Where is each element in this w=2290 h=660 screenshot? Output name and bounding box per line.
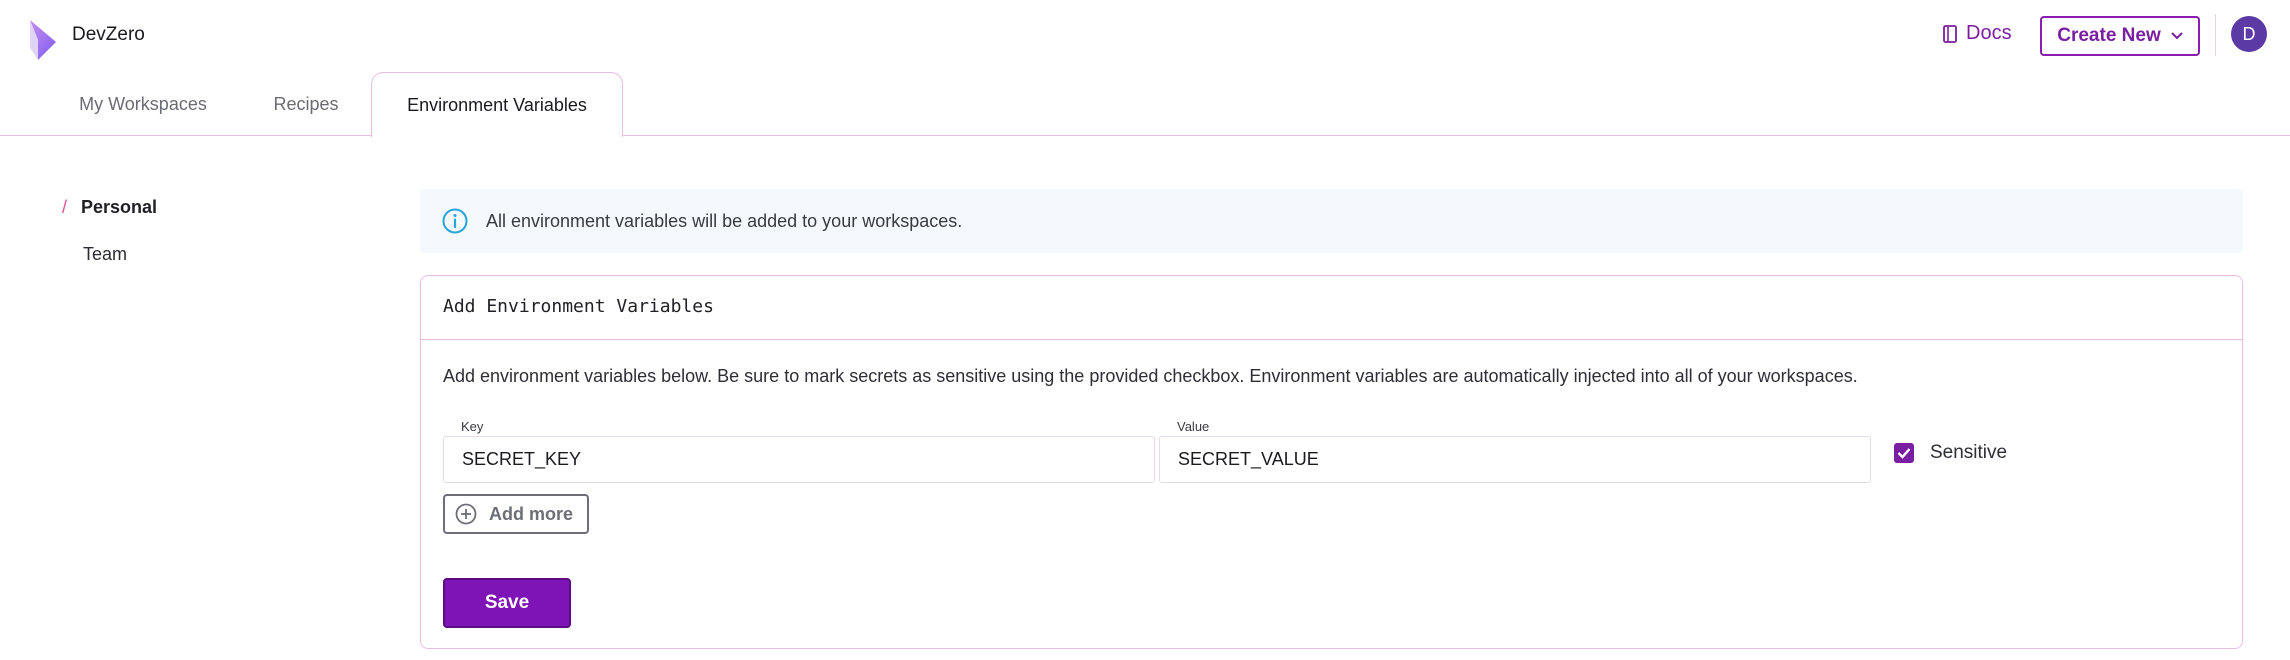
tabs-divider: [0, 135, 2290, 136]
docs-link[interactable]: Docs: [1942, 22, 2012, 45]
info-text: All environment variables will be added …: [486, 210, 963, 231]
chevron-down-icon: [2171, 32, 2183, 40]
plus-circle-icon: [455, 503, 477, 525]
sensitive-toggle[interactable]: Sensitive: [1894, 442, 2007, 464]
sidebar-item-team[interactable]: Team: [83, 244, 127, 265]
sidebar-item-label: Personal: [81, 197, 158, 217]
tab-environment-variables[interactable]: Environment Variables: [371, 72, 623, 137]
info-icon: [442, 208, 468, 234]
active-marker: /: [62, 197, 68, 217]
app-header: DevZero Docs Create New D: [0, 0, 2290, 70]
card-title: Add Environment Variables: [443, 296, 714, 317]
create-new-button[interactable]: Create New: [2040, 16, 2200, 56]
tab-my-workspaces[interactable]: My Workspaces: [52, 72, 234, 136]
key-input[interactable]: SECRET_KEY: [443, 436, 1155, 483]
docs-label: Docs: [1966, 22, 2012, 44]
brand-name: DevZero: [72, 24, 145, 45]
avatar[interactable]: D: [2231, 16, 2267, 52]
create-new-label: Create New: [2057, 25, 2161, 46]
value-input[interactable]: SECRET_VALUE: [1159, 436, 1871, 483]
card-description: Add environment variables below. Be sure…: [443, 366, 1858, 386]
sensitive-checkbox[interactable]: [1894, 443, 1914, 463]
value-field: Value SECRET_VALUE: [1159, 419, 1871, 483]
tab-recipes[interactable]: Recipes: [250, 72, 362, 136]
book-icon: [1943, 24, 1957, 43]
checkmark-icon: [1897, 448, 1911, 459]
sidebar-item-label: Team: [83, 244, 128, 264]
devzero-logo[interactable]: [28, 18, 58, 62]
card-header: Add Environment Variables: [421, 276, 2242, 340]
sidebar-item-personal[interactable]: / Personal: [62, 197, 157, 218]
save-button[interactable]: Save: [443, 578, 571, 628]
add-more-button[interactable]: Add more: [443, 494, 589, 534]
info-banner: All environment variables will be added …: [420, 189, 2243, 253]
key-label: Key: [461, 419, 484, 434]
add-more-label: Add more: [489, 503, 574, 524]
env-vars-card: Add Environment Variables Add environmen…: [420, 275, 2243, 649]
value-label: Value: [1177, 419, 1210, 434]
sensitive-label: Sensitive: [1930, 442, 2008, 463]
key-field: Key SECRET_KEY: [443, 419, 1155, 483]
header-divider: [2215, 14, 2216, 56]
